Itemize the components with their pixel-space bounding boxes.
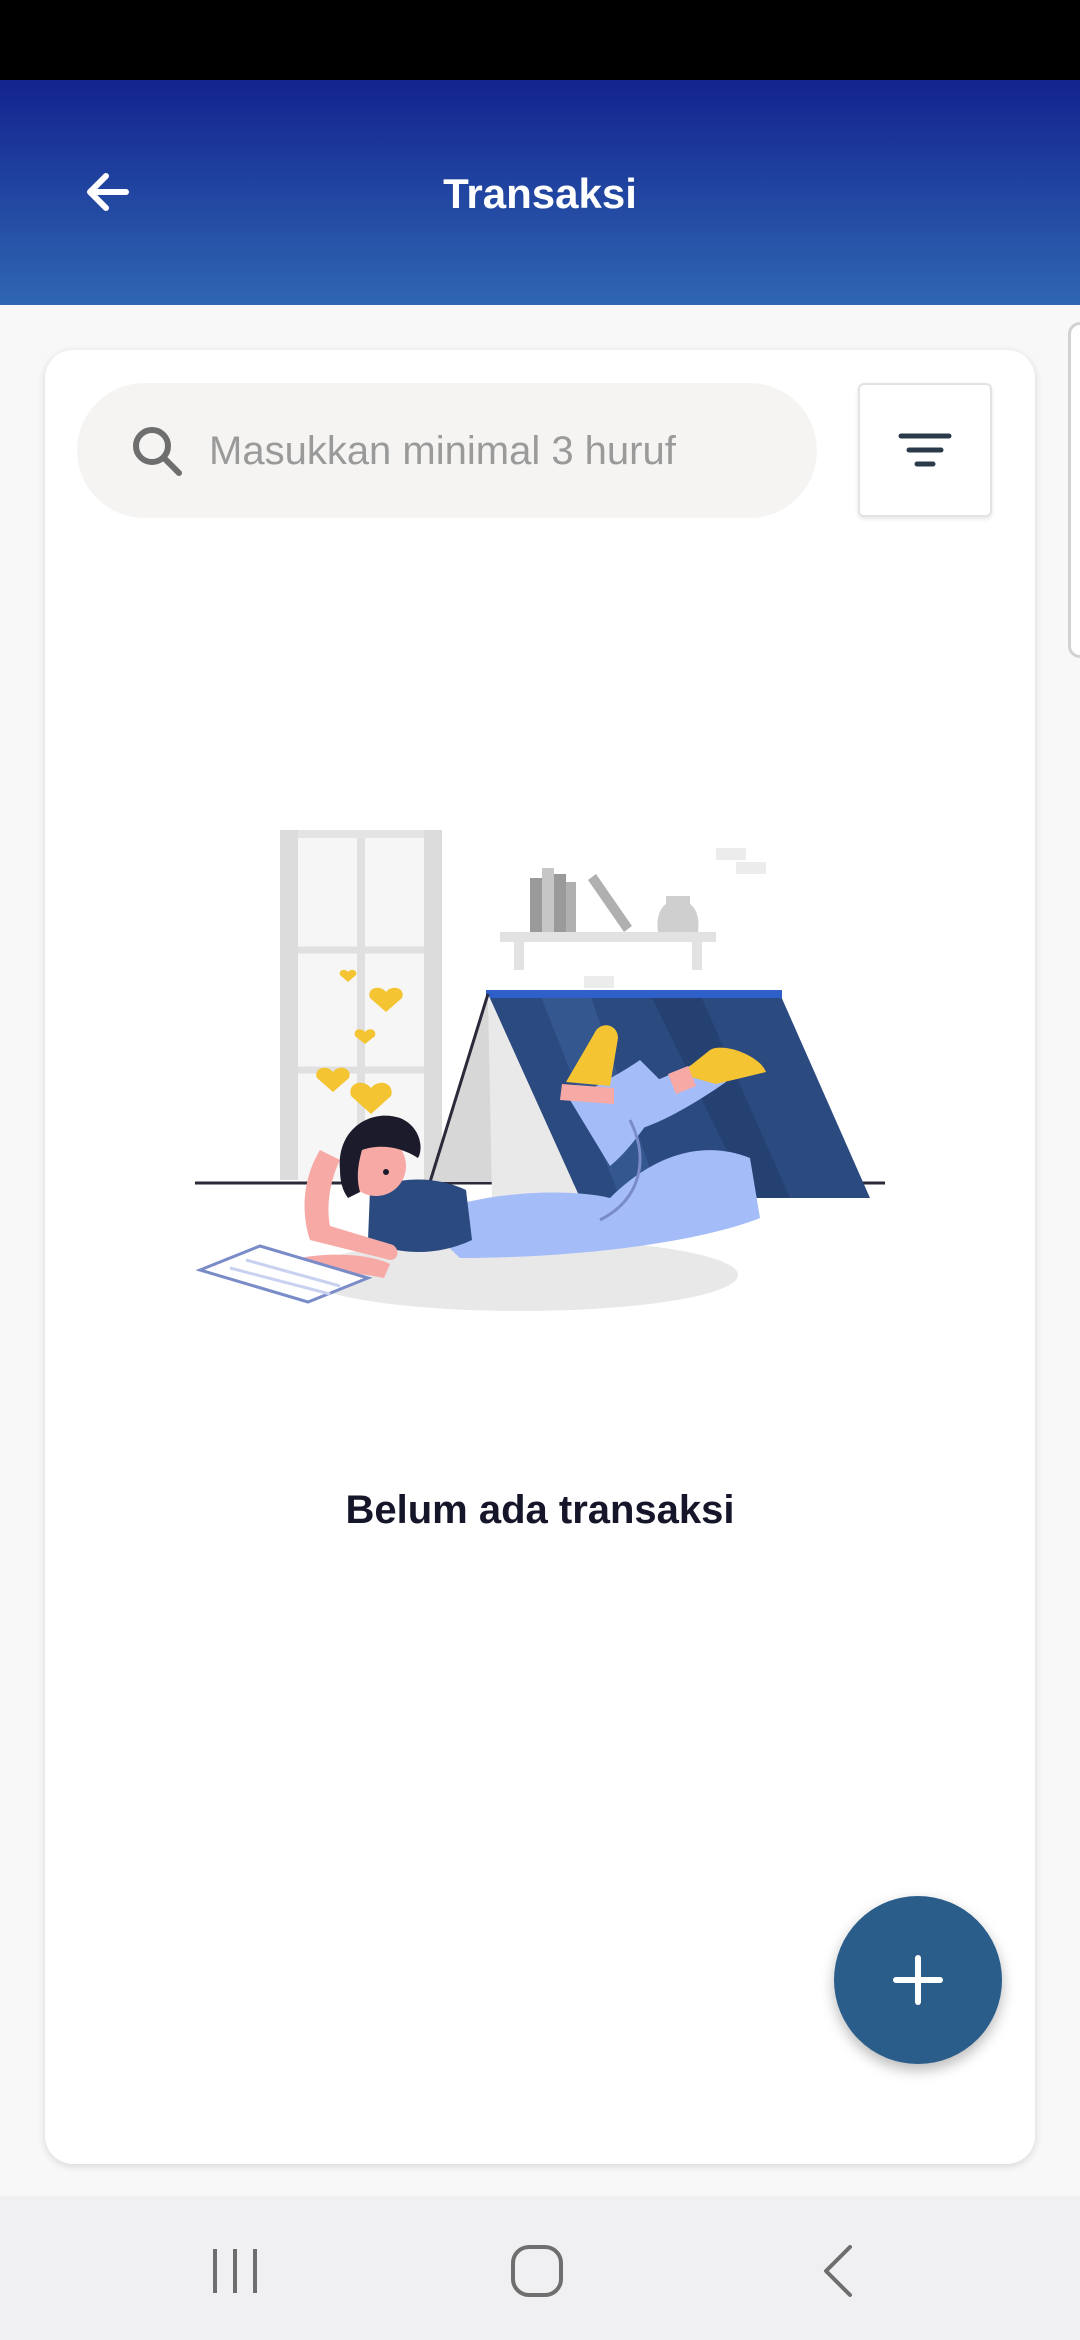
filter-button[interactable] — [858, 383, 992, 517]
empty-state-illustration — [195, 830, 885, 1311]
home-button[interactable] — [492, 2236, 582, 2306]
search-input[interactable] — [207, 413, 791, 490]
edge-panel-handle[interactable] — [1068, 322, 1080, 658]
empty-state-message: Belum ada transaksi — [345, 1488, 735, 1532]
home-icon — [511, 2245, 563, 2297]
page-title: Transaksi — [443, 170, 637, 217]
system-back-button[interactable] — [794, 2236, 884, 2306]
add-transaction-button[interactable] — [834, 1896, 1002, 2064]
search-icon — [133, 427, 182, 476]
plus-icon — [893, 1955, 943, 2005]
search-bar[interactable] — [77, 383, 817, 518]
filter-icon — [898, 433, 952, 467]
back-chevron-icon — [824, 2245, 852, 2297]
recent-apps-icon — [213, 2249, 257, 2293]
recent-apps-button[interactable] — [190, 2236, 280, 2306]
back-button[interactable] — [66, 150, 150, 234]
arrow-left-icon — [87, 173, 129, 211]
status-bar — [0, 0, 1080, 80]
